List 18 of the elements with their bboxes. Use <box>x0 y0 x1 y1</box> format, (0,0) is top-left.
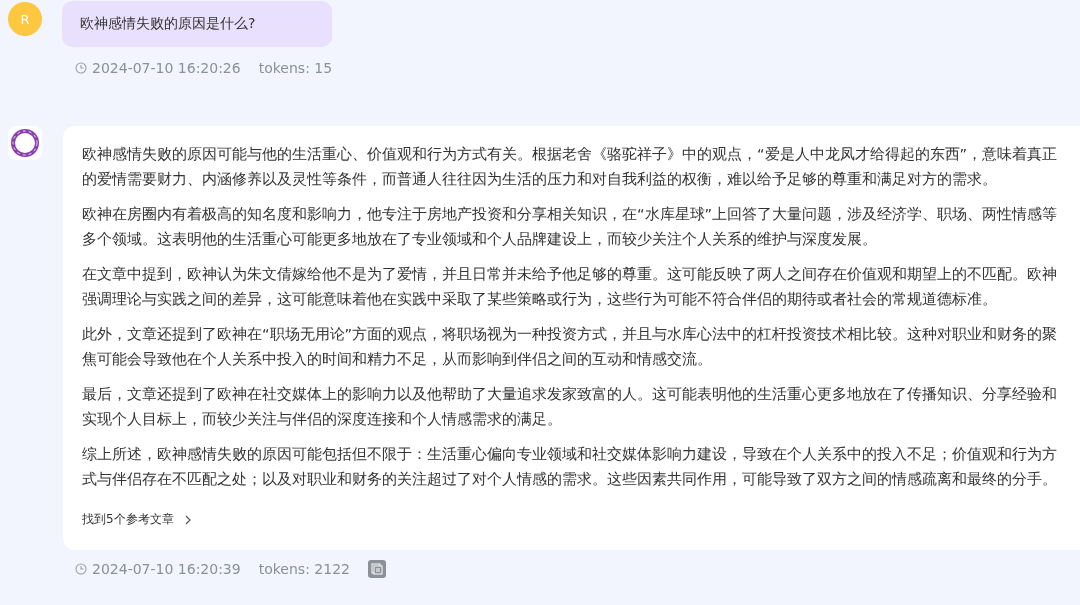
chevron-icon <box>183 514 192 525</box>
answer-paragraph: 欧神感情失败的原因可能与他的生活重心、价值观和行为方式有关。根据老舍《骆驼祥子》中的观点，“爱是人中龙凤才给得起的东西”，意味着真正的爱情需要财力、内涵修养以及灵性等条件，而普通人往往因为生活的压力和对自我利益的权衡，难以给予足够的尊重和满足对方的需求。 <box>82 144 1059 189</box>
answer-paragraph: 综上所述，欧神感情失败的原因可能包括但不限于：生活重心偏向专业领域和社交媒体影响力建设，导致在个人关系中的投入不足；价值观和行为方式与伴侣存在不匹配之处；以及对职业和财务的关注超过了对个人情感的需求。这些因素共同作用，可能导致了双方之间的情感疏离和最终的分手。 <box>82 444 1058 489</box>
references-link[interactable]: 找到5个参考文章 <box>82 511 192 528</box>
timestamp: 2024-07-10 16:20:26 <box>92 60 241 76</box>
clock-icon <box>75 62 87 74</box>
clock-icon <box>75 563 87 575</box>
answer-paragraph: 最后，文章还提到了欧神在社交媒体上的影响力以及他帮助了大量追求发家致富的人。这可能表明他的生活重心更多地放在了传播知识、分享经验和实现个人目标上，而较少关注与伴侣的深度连接和个人情感需求的满足。 <box>82 384 1058 429</box>
answer-paragraph: 欧神在房圈内有着极高的知名度和影响力，他专注于房地产投资和分享相关知识，在“水库星球”上回答了大量问题，涉及经济学、职场、两性情感等多个领域。这表明他的生活重心可能更多地放在了专业领域和个人品牌建设上，而较少关注个人关系的维护与深度发展。 <box>82 204 1059 249</box>
copy-button[interactable] <box>367 560 386 578</box>
answer-paragraph: 在文章中提到，欧神认为朱文倩嫁给他不是为了爱情，并且日常并未给予他足够的尊重。这可能反映了两人之间存在价值观和期望上的不匹配。欧神强调理论与实践之间的差异，这可能意味着他在实践中采取了某些策略或行为，这些行为可能不符合伴侣的期待或者社会的常规道德标准。 <box>82 264 1058 309</box>
token-count: tokens: 2122 <box>258 561 350 577</box>
timestamp: 2024-07-10 16:20:39 <box>92 561 241 577</box>
answer-paragraph: 此外，文章还提到了欧神在“职场无用论”方面的观点，将职场视为一种投资方式，并且与水库心法中的杠杆投资技术相比较。这种对职业和财务的聚焦可能会导致他在个人关系中投入的时间和精力不足，从而影响到伴侣之间的互动和情感交流。 <box>82 324 1059 369</box>
user-avatar: R <box>8 2 42 36</box>
token-count: tokens: 15 <box>258 60 333 76</box>
ring-logo-icon <box>9 127 41 159</box>
question-bubble: 欧神感情失败的原因是什么? <box>62 1 332 47</box>
